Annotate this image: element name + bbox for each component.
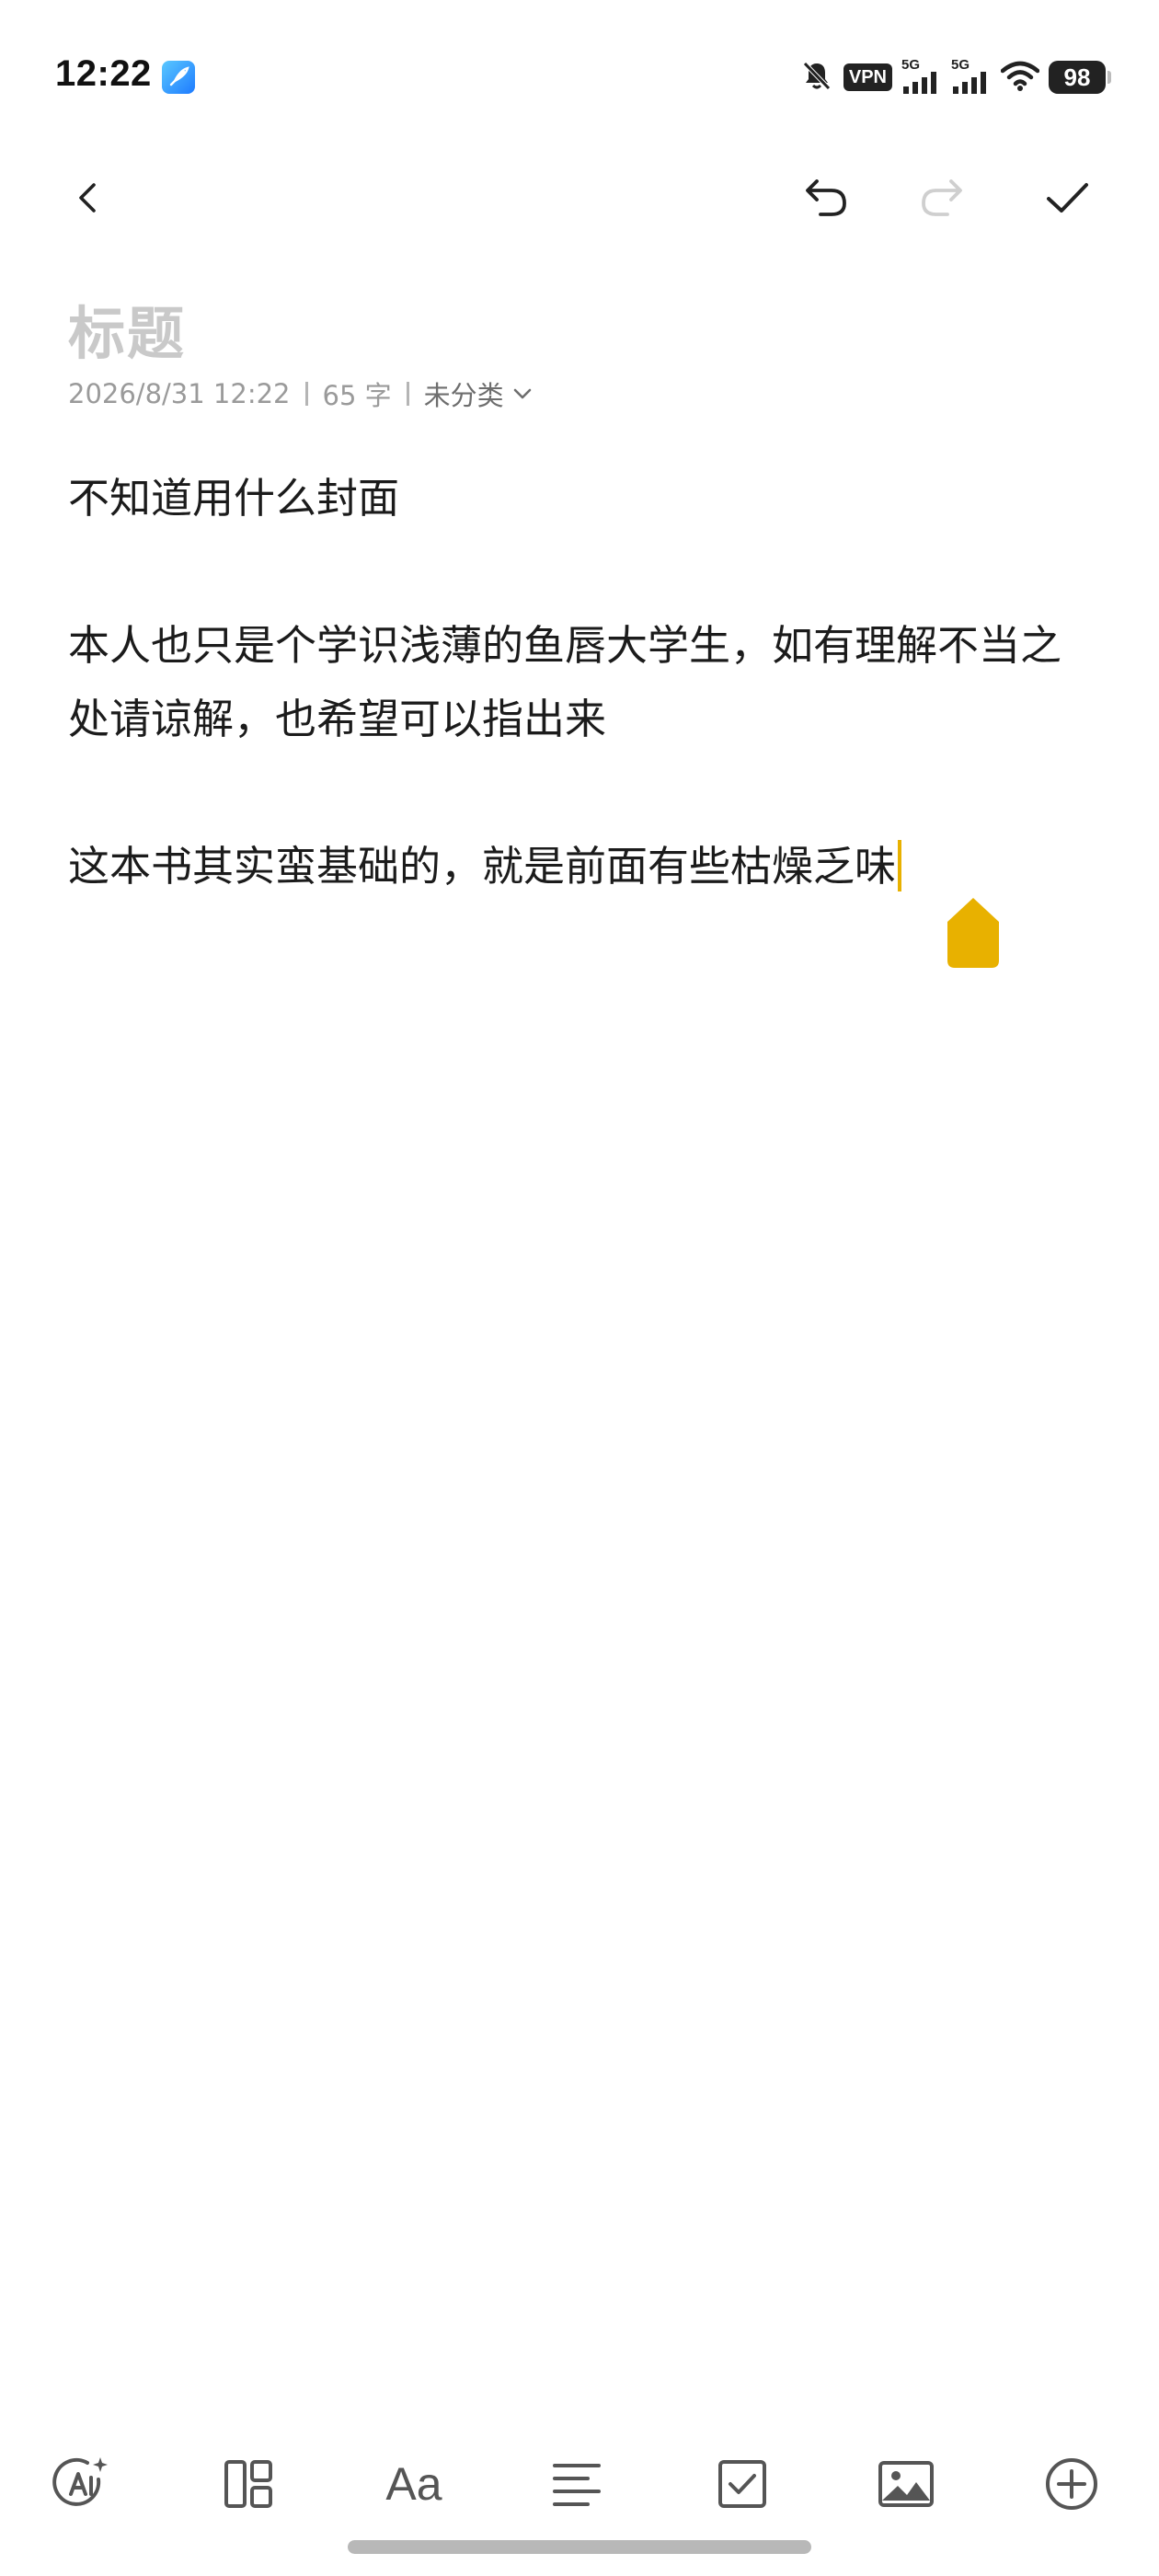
text-cursor [898,840,902,891]
note-title-input[interactable]: 标题 [68,287,186,370]
layout-button[interactable] [207,2443,290,2525]
vpn-badge: VPN [843,63,892,91]
meta-divider [406,382,409,406]
note-meta: 2026/8/31 12:22 65 字 未分类 [68,374,534,413]
layout-icon [224,2460,272,2508]
ai-icon [52,2457,108,2506]
paragraph-align-button[interactable] [535,2443,618,2525]
align-icon [553,2464,601,2506]
cursor-drag-handle[interactable] [946,894,1001,970]
undo-icon [806,179,846,216]
done-button[interactable] [1030,161,1104,235]
image-icon [878,2461,934,2507]
checkbox-icon [718,2460,766,2508]
undo-button[interactable] [789,161,863,235]
note-body-editor[interactable]: 不知道用什么封面 本人也只是个学识浅薄的鱼唇大学生，如有理解不当之处请谅解，也希… [68,462,1098,903]
font-icon: Aa [385,2458,442,2510]
bell-muted-icon [799,58,834,97]
redo-icon [922,179,962,216]
redo-button[interactable] [905,161,979,235]
status-icons: VPN 5G 5G 98 [799,57,1111,98]
word-count: 65 字 [322,380,392,411]
wifi-icon [1000,60,1040,95]
note-paragraph: 本人也只是个学识浅薄的鱼唇大学生，如有理解不当之处请谅解，也希望可以指出来 [68,621,1062,743]
ai-button[interactable] [41,2443,124,2525]
note-date: 2026/8/31 12:22 [68,378,291,409]
checklist-button[interactable] [701,2443,784,2525]
insert-more-button[interactable] [1030,2443,1113,2525]
status-bar: 12:22 VPN 5G 5G 98 [0,0,1159,156]
signal-sim2-icon: 5G [951,57,992,96]
checkmark-icon [1047,183,1088,213]
category-selector[interactable]: 未分类 [424,374,534,413]
note-paragraph-with-cursor: 这本书其实蛮基础的，就是前面有些枯燥乏味 [68,830,1098,903]
meta-divider [304,382,308,406]
status-time: 12:22 [55,53,152,94]
sim1-network-type: 5G [901,57,921,73]
editor-toolbar-top [0,156,1159,239]
note-paragraph: 不知道用什么封面 [68,474,400,523]
note-paragraph: 这本书其实蛮基础的，就是前面有些枯燥乏味 [68,842,897,891]
signal-sim1-icon: 5G [901,57,942,96]
chevron-down-icon [513,388,531,399]
insert-image-button[interactable] [865,2443,947,2525]
font-style-button[interactable]: Aa [373,2443,455,2525]
chevron-left-icon [79,183,96,213]
home-indicator[interactable] [348,2540,811,2554]
add-icon [1046,2458,1097,2510]
back-button[interactable] [52,161,125,235]
format-toolbar: Aa [0,2443,1159,2525]
sim2-network-type: 5G [951,57,970,73]
feather-app-icon [162,61,195,94]
category-label: 未分类 [423,380,504,411]
battery-icon: 98 [1049,61,1111,94]
